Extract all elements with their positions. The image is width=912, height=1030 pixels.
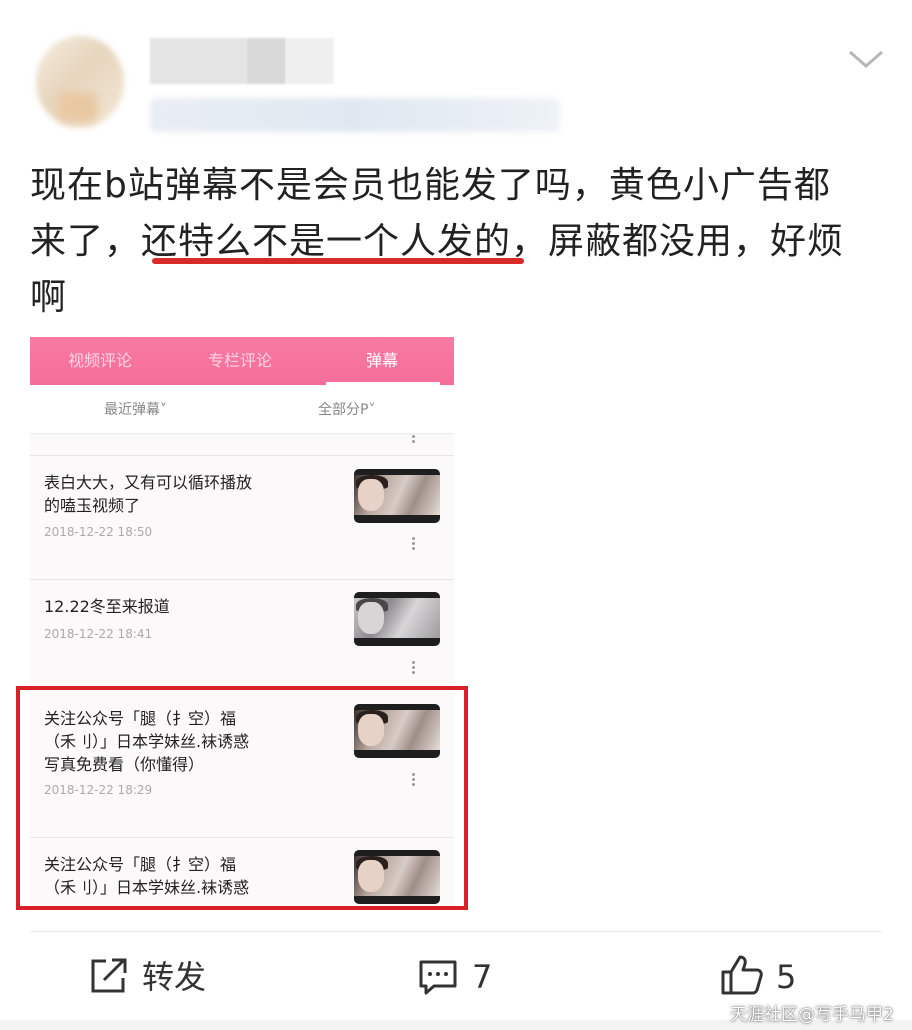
username-mosaic (150, 38, 246, 84)
more-icon[interactable] (410, 433, 416, 443)
comment-line: 的嗑玉视频了 (44, 496, 141, 515)
divider (30, 931, 882, 932)
like-count: 5 (776, 958, 797, 996)
comment-text: 表白大大，又有可以循环播放 的嗑玉视频了 (44, 471, 314, 517)
comment-date: 2018-12-22 18:50 (44, 525, 153, 539)
comment-button[interactable]: 7 (418, 954, 508, 1000)
filter-bar: 最近弹幕˅ 全部分P˅ (30, 385, 454, 434)
red-underline (152, 258, 524, 264)
filter-all-parts[interactable]: 全部分P˅ (318, 399, 375, 419)
username-mosaic (286, 38, 334, 84)
comment-line: 表白大大，又有可以循环播放 (44, 473, 253, 492)
repost-label: 转发 (142, 958, 207, 996)
thumbs-up-icon (721, 955, 763, 995)
more-icon[interactable] (410, 535, 416, 553)
comment-text: 12.22冬至来报道 (44, 595, 314, 618)
video-thumbnail[interactable] (354, 469, 440, 523)
post-text-segment: ，屏蔽都没用，好烦 (511, 221, 845, 262)
post-text-underlined: 还特么不是一个人发的 (141, 221, 512, 262)
post-header (0, 0, 912, 140)
post-meta-blurred (150, 98, 560, 132)
repost-icon (91, 958, 127, 993)
comment-icon (419, 960, 457, 995)
more-icon[interactable] (410, 659, 416, 677)
watermark: 天涯社区@写手马甲2 (730, 1005, 894, 1025)
chevron-down-icon[interactable] (846, 44, 886, 74)
comment-date: 2018-12-22 18:41 (44, 627, 153, 641)
tab-danmaku[interactable]: 弹幕 (312, 337, 452, 385)
divider (30, 579, 454, 580)
repost-button[interactable]: 转发 (90, 954, 220, 1000)
filter-recent[interactable]: 最近弹幕˅ (104, 399, 167, 419)
post-line: 现在b站弹幕不是会员也能发了吗，黄色小广告都 (30, 165, 831, 206)
tab-column-comments[interactable]: 专栏评论 (170, 337, 310, 385)
divider (30, 455, 454, 456)
tab-video-comments[interactable]: 视频评论 (30, 337, 170, 385)
username-mosaic (246, 38, 286, 84)
post-text-segment: 来了， (30, 221, 142, 262)
video-thumbnail[interactable] (354, 592, 440, 646)
like-button[interactable]: 5 (720, 954, 810, 1000)
tab-bar: 视频评论 专栏评论 弹幕 (30, 337, 454, 385)
post-body: 现在b站弹幕不是会员也能发了吗，黄色小广告都 来了，还特么不是一个人发的，屏蔽都… (30, 158, 890, 326)
comment-count: 7 (472, 958, 493, 996)
post-line: 啊 (30, 277, 68, 318)
comment-line: 12.22冬至来报道 (44, 597, 170, 616)
avatar-blur (58, 92, 98, 122)
highlight-box (16, 686, 468, 910)
